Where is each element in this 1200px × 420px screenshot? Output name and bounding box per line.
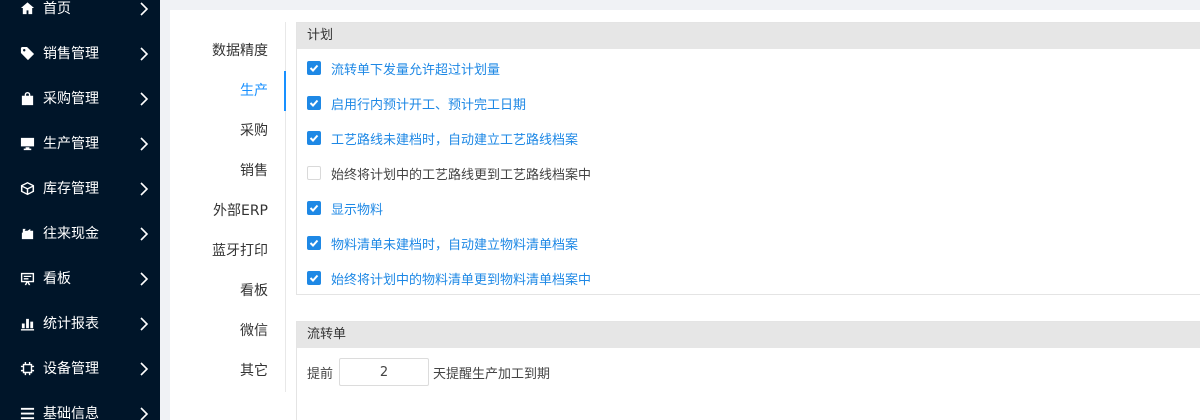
monitor-icon (19, 136, 35, 152)
option-label: 启用行内预计开工、预计完工日期 (331, 97, 527, 113)
plan-section: 计划 流转单下发量允许超过计划量 启用行内预计开工、预计完工日期 工艺路线未建档… (296, 22, 1200, 295)
option-always-update-bom[interactable]: 始终将计划中的物料清单更到物料清单档案中 (307, 270, 592, 288)
option-label: 显示物料 (331, 202, 384, 218)
tab-other[interactable]: 其它 (240, 361, 268, 381)
flow-section-title: 流转单 (297, 322, 1200, 348)
sidebar-item-board[interactable]: 看板 (0, 256, 160, 301)
tab-bluetooth-print[interactable]: 蓝牙打印 (212, 241, 268, 261)
sidebar-item-label: 设备管理 (43, 360, 99, 377)
sidebar-item-basic-info[interactable]: 基础信息 (0, 391, 160, 420)
settings-tabs: 数据精度 生产 采购 销售 外部ERP 蓝牙打印 看板 微信 其它 (170, 20, 286, 395)
option-label: 始终将计划中的工艺路线更到工艺路线档案中 (331, 167, 592, 183)
home-icon (19, 1, 35, 17)
sidebar-item-production[interactable]: 生产管理 (0, 121, 160, 166)
flow-card-section: 流转单 提前 天提醒生产加工到期 (296, 321, 1200, 420)
chevron-right-icon (139, 136, 149, 151)
settings-panel: 数据精度 生产 采购 销售 外部ERP 蓝牙打印 看板 微信 其它 计划 流转单… (170, 10, 1200, 420)
bar-chart-icon (19, 316, 35, 332)
sidebar-item-devices[interactable]: 设备管理 (0, 346, 160, 391)
checkbox-checked[interactable] (307, 96, 321, 110)
reminder-suffix: 天提醒生产加工到期 (433, 366, 551, 382)
option-label: 工艺路线未建档时，自动建立工艺路线档案 (331, 132, 579, 148)
option-enable-expected-dates[interactable]: 启用行内预计开工、预计完工日期 (307, 95, 527, 113)
sidebar-item-reports[interactable]: 统计报表 (0, 301, 160, 346)
option-auto-create-bom[interactable]: 物料清单未建档时，自动建立物料清单档案 (307, 235, 579, 253)
option-label: 始终将计划中的物料清单更到物料清单档案中 (331, 272, 592, 288)
option-allow-exceed-plan[interactable]: 流转单下发量允许超过计划量 (307, 60, 501, 78)
chip-icon (19, 361, 35, 377)
top-bar (160, 0, 1200, 10)
checkbox-checked[interactable] (307, 271, 321, 285)
checkbox-checked[interactable] (307, 61, 321, 75)
tab-production[interactable]: 生产 (240, 81, 268, 101)
tab-board[interactable]: 看板 (240, 281, 268, 301)
tab-external-erp[interactable]: 外部ERP (213, 201, 268, 221)
list-icon (19, 406, 35, 420)
main-area: 数据精度 生产 采购 销售 外部ERP 蓝牙打印 看板 微信 其它 计划 流转单… (160, 0, 1200, 420)
reminder-prefix: 提前 (307, 366, 334, 382)
chevron-right-icon (139, 181, 149, 196)
sidebar-item-home[interactable]: 首页 (0, 0, 160, 31)
option-label: 流转单下发量允许超过计划量 (331, 62, 501, 78)
sidebar-item-label: 库存管理 (43, 180, 99, 197)
active-tab-indicator (284, 71, 286, 111)
tag-icon (19, 46, 35, 62)
chevron-right-icon (139, 226, 149, 241)
option-always-update-route[interactable]: 始终将计划中的工艺路线更到工艺路线档案中 (307, 165, 592, 183)
chevron-right-icon (139, 46, 149, 61)
chevron-right-icon (139, 361, 149, 376)
money-icon (19, 226, 35, 242)
sidebar-item-label: 统计报表 (43, 315, 99, 332)
chevron-right-icon (139, 271, 149, 286)
tab-wechat[interactable]: 微信 (240, 321, 268, 341)
plan-section-title: 计划 (297, 23, 1200, 49)
sidebar-item-sales[interactable]: 销售管理 (0, 31, 160, 76)
chevron-right-icon (139, 1, 149, 16)
option-label: 物料清单未建档时，自动建立物料清单档案 (331, 237, 579, 253)
checkbox-checked[interactable] (307, 236, 321, 250)
sidebar-item-label: 看板 (43, 270, 71, 287)
chevron-right-icon (139, 316, 149, 331)
sidebar-item-label: 生产管理 (43, 135, 99, 152)
option-auto-create-route[interactable]: 工艺路线未建档时，自动建立工艺路线档案 (307, 130, 579, 148)
checkbox-checked[interactable] (307, 131, 321, 145)
sidebar-item-label: 基础信息 (43, 405, 99, 420)
tab-purchase[interactable]: 采购 (240, 121, 268, 141)
chevron-right-icon (139, 91, 149, 106)
checkbox-checked[interactable] (307, 201, 321, 215)
sidebar-item-cash[interactable]: 往来现金 (0, 211, 160, 256)
tab-data-precision[interactable]: 数据精度 (212, 41, 268, 61)
sidebar: 首页 销售管理 采购管理 生产管理 库存管理 往来现金 看板 统计报表 设备管理 (0, 0, 160, 420)
sidebar-item-label: 销售管理 (43, 45, 99, 62)
cube-icon (19, 181, 35, 197)
sidebar-item-purchase[interactable]: 采购管理 (0, 76, 160, 121)
board-icon (19, 271, 35, 287)
option-show-material[interactable]: 显示物料 (307, 200, 384, 218)
sidebar-item-label: 往来现金 (43, 225, 99, 242)
shopping-bag-icon (19, 91, 35, 107)
reminder-row: 提前 天提醒生产加工到期 (307, 358, 550, 386)
sidebar-item-label: 采购管理 (43, 90, 99, 107)
sidebar-item-label: 首页 (43, 0, 71, 17)
tab-sales[interactable]: 销售 (240, 161, 268, 181)
reminder-days-input[interactable] (339, 358, 430, 386)
chevron-right-icon (139, 406, 149, 420)
sidebar-item-inventory[interactable]: 库存管理 (0, 166, 160, 211)
checkbox-unchecked[interactable] (307, 166, 321, 180)
